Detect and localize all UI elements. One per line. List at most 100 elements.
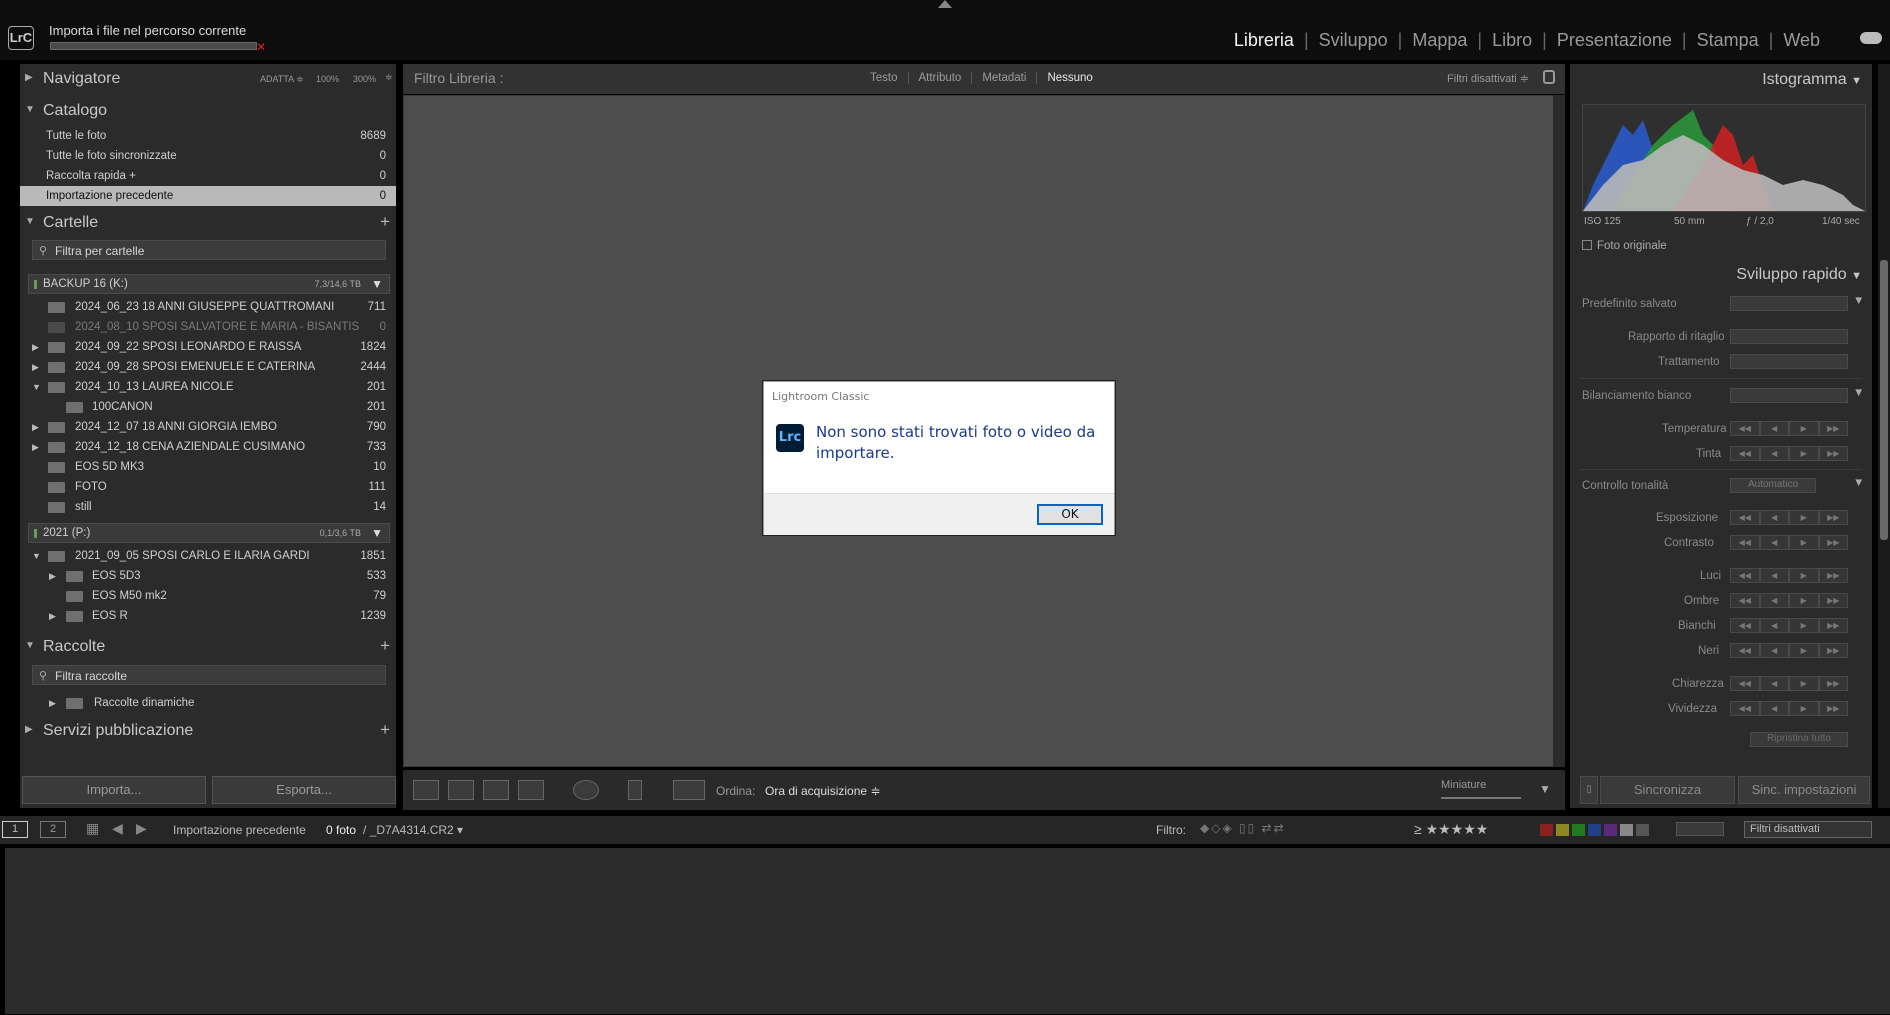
quick-develop-header[interactable]: Sviluppo rapido ▼ — [1736, 266, 1862, 284]
expand-triangle-icon[interactable]: ▶ — [49, 611, 56, 622]
folder-row[interactable]: 2024_08_10 SPOSI SALVATORE E MARIA - BIS… — [20, 317, 396, 337]
catalog-header[interactable]: ▼ Catalogo — [20, 96, 396, 126]
cloud-icon[interactable] — [1860, 32, 1882, 44]
expand-triangle-icon[interactable]: ▶ — [49, 571, 56, 582]
white-balance-dropdown[interactable] — [1730, 388, 1848, 403]
compare-view-icon[interactable] — [483, 780, 509, 800]
saved-preset-dropdown[interactable] — [1730, 296, 1848, 311]
volume-dropdown-icon[interactable]: ▼ — [371, 526, 383, 540]
collection-row[interactable]: ▶ Raccolte dinamiche — [20, 693, 396, 713]
color-filter-none[interactable] — [1636, 824, 1649, 836]
folder-search-input[interactable]: ⚲ Filtra per cartelle — [32, 240, 386, 260]
add-collection-icon[interactable]: + — [380, 636, 390, 656]
catalog-item[interactable]: Tutte le foto sincronizzate 0 — [20, 146, 396, 166]
expand-triangle-icon[interactable]: ▼ — [1853, 477, 1864, 489]
add-publish-service-icon[interactable]: + — [380, 720, 390, 740]
tab-metadati[interactable]: Metadati — [972, 72, 1038, 84]
expand-triangle-icon[interactable]: ▼ — [1853, 295, 1864, 307]
folder-row[interactable]: ▶ 2024_09_22 SPOSI LEONARDO E RAISSA 1824 — [20, 337, 396, 357]
rating-filter[interactable]: ≥ ★★★★★ — [1414, 821, 1488, 838]
folder-row[interactable]: ▶ 2024_12_07 18 ANNI GIORGIA IEMBO 790 — [20, 417, 396, 437]
clarity-stepper[interactable]: ◀◀ ◀ ▶ ▶▶ — [1730, 676, 1848, 691]
tint-stepper[interactable]: ◀◀ ◀ ▶ ▶▶ — [1730, 446, 1848, 461]
export-button[interactable]: Esporta... — [212, 776, 396, 804]
color-filter-yellow[interactable] — [1556, 824, 1569, 836]
people-view-icon[interactable] — [573, 780, 599, 800]
folder-row[interactable]: ▼ 2021_09_05 SPOSI CARLO E ILARIA GARDI 18… — [20, 546, 396, 566]
color-filter-blue[interactable] — [1588, 824, 1601, 836]
volume-dropdown-icon[interactable]: ▼ — [371, 277, 383, 291]
folder-row[interactable]: ▶ EOS R 1239 — [20, 606, 396, 626]
folder-row[interactable]: EOS 5D MK3 10 — [20, 457, 396, 477]
add-folder-icon[interactable]: + — [380, 212, 390, 232]
tab-nessuno[interactable]: Nessuno — [1037, 72, 1102, 84]
module-presentazione[interactable]: Presentazione — [1547, 30, 1682, 51]
tab-attributo[interactable]: Attributo — [909, 72, 973, 84]
collection-search-input[interactable]: ⚲ Filtra raccolte — [32, 665, 386, 685]
window-2-button[interactable]: 2 — [40, 821, 66, 838]
histogram-header[interactable]: Istogramma ▼ — [1762, 71, 1862, 89]
module-libro[interactable]: Libro — [1482, 30, 1542, 51]
expand-triangle-icon[interactable]: ▶ — [49, 698, 56, 709]
zoom-more-icon[interactable]: ≑ — [385, 72, 393, 83]
back-arrow-icon[interactable]: ◀ — [112, 820, 123, 837]
module-stampa[interactable]: Stampa — [1687, 30, 1769, 51]
exposure-stepper[interactable]: ◀◀ ◀ ▶ ▶▶ — [1730, 510, 1848, 525]
navigator-header[interactable]: ▶ Navigatore ADATTA ≑ 100% 300% ≑ — [20, 64, 396, 94]
ok-button[interactable]: OK — [1037, 504, 1103, 525]
grid-icon[interactable]: ▦ — [86, 820, 99, 837]
contrast-stepper[interactable]: ◀◀ ◀ ▶ ▶▶ — [1730, 535, 1848, 550]
grid-view-icon[interactable] — [413, 780, 439, 800]
flag-filter-icons[interactable]: ◆◇◈ ▯▯ ⇄⇄ — [1200, 821, 1286, 835]
collapse-triangle-icon[interactable]: ▼ — [32, 382, 41, 392]
whites-stepper[interactable]: ◀◀ ◀ ▶ ▶▶ — [1730, 618, 1848, 633]
import-button[interactable]: Importa... — [22, 776, 206, 804]
expand-triangle-icon[interactable]: ▶ — [32, 342, 39, 353]
filmstrip-filter-dropdown[interactable]: Filtri disattivati — [1744, 821, 1872, 838]
folder-row[interactable]: EOS M50 mk2 79 — [20, 586, 396, 606]
checkbox[interactable] — [1582, 240, 1592, 250]
publish-services-header[interactable]: ▶ Servizi pubblicazione + — [20, 716, 396, 746]
folder-row[interactable]: FOTO 111 — [20, 477, 396, 497]
sync-toggle-icon[interactable]: ▯ — [1580, 776, 1598, 804]
tab-testo[interactable]: Testo — [860, 72, 909, 84]
current-file[interactable]: / _D7A4314.CR2 ▾ — [363, 823, 463, 837]
volume-header[interactable]: BACKUP 16 (K:) 7,3/14,6 TB ▼ — [28, 274, 390, 294]
collections-header[interactable]: ▼ Raccolte + — [20, 632, 396, 662]
temperature-stepper[interactable]: ◀◀ ◀ ▶ ▶▶ — [1730, 421, 1848, 436]
loupe-view-icon[interactable] — [448, 780, 474, 800]
toolbar-menu-chevron-icon[interactable]: ▼ — [1539, 782, 1551, 796]
module-sviluppo[interactable]: Sviluppo — [1309, 30, 1398, 51]
module-libreria[interactable]: Libreria — [1224, 30, 1304, 51]
catalog-item[interactable]: Raccolta rapida + 0 — [20, 166, 396, 186]
collapse-top-arrow-icon[interactable] — [938, 0, 952, 8]
folders-header[interactable]: ▼ Cartelle + — [20, 208, 396, 238]
expand-triangle-icon[interactable]: ▶ — [32, 362, 39, 373]
sort-direction-icon[interactable] — [673, 780, 705, 800]
blacks-stepper[interactable]: ◀◀ ◀ ▶ ▶▶ — [1730, 643, 1848, 658]
collapse-triangle-icon[interactable]: ▼ — [32, 551, 41, 561]
folder-row[interactable]: ▶ 2024_12_18 CENA AZIENDALE CUSIMANO 733 — [20, 437, 396, 457]
painter-icon[interactable] — [628, 780, 642, 800]
zoom-100[interactable]: 100% — [316, 74, 339, 84]
grid-scrollbar[interactable] — [1553, 95, 1565, 767]
crop-ratio-dropdown[interactable] — [1730, 329, 1848, 344]
source-label[interactable]: Importazione precedente — [173, 823, 306, 837]
folder-row[interactable]: 2024_06_23 18 ANNI GIUSEPPE QUATTROMANI 7… — [20, 297, 396, 317]
folder-row[interactable]: 100CANON 201 — [20, 397, 396, 417]
sync-settings-button[interactable]: Sinc. impostazioni — [1738, 776, 1870, 804]
sync-button[interactable]: Sincronizza — [1600, 776, 1735, 804]
forward-arrow-icon[interactable]: ▶ — [136, 820, 147, 837]
expand-triangle-icon[interactable]: ▶ — [32, 422, 39, 433]
kind-filter-icons[interactable] — [1676, 822, 1724, 836]
treatment-dropdown[interactable] — [1730, 354, 1848, 369]
catalog-item-selected[interactable]: Importazione precedente 0 — [20, 186, 396, 206]
shadows-stepper[interactable]: ◀◀ ◀ ▶ ▶▶ — [1730, 593, 1848, 608]
cancel-import-icon[interactable]: ✕ — [256, 40, 266, 54]
filter-presets-dropdown[interactable]: Filtri disattivati ≑ — [1447, 72, 1529, 85]
color-filter-green[interactable] — [1572, 824, 1585, 836]
original-photo-toggle[interactable]: Foto originale — [1582, 240, 1667, 252]
color-filter-red[interactable] — [1540, 824, 1553, 836]
sort-dropdown[interactable]: Ora di acquisizione ≑ — [765, 784, 880, 798]
expand-triangle-icon[interactable]: ▶ — [32, 442, 39, 453]
